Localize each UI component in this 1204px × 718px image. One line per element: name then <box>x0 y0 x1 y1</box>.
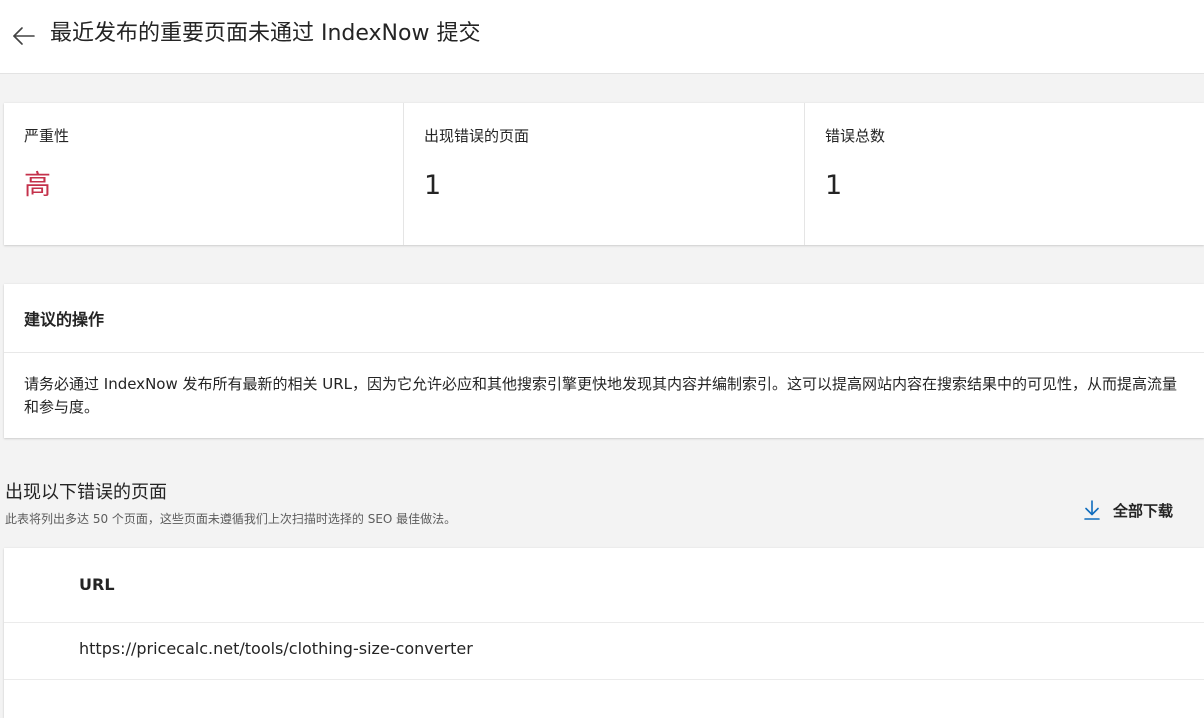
stat-error-pages-value: 1 <box>424 170 442 201</box>
stats-card: 严重性 高 出现错误的页面 1 错误总数 1 <box>4 103 1204 245</box>
page-header: 最近发布的重要页面未通过 IndexNow 提交 <box>0 0 1204 74</box>
stat-severity: 严重性 高 <box>4 103 403 245</box>
pages-section-subtitle: 此表将列出多达 50 个页面，这些页面未遵循我们上次扫描时选择的 SEO 最佳做… <box>5 512 457 526</box>
pages-table: URL https://pricecalc.net/tools/clothing… <box>4 548 1204 718</box>
table-header: URL <box>4 548 1204 623</box>
column-header-url[interactable]: URL <box>79 573 115 597</box>
stat-severity-value: 高 <box>24 170 51 201</box>
page-title: 最近发布的重要页面未通过 IndexNow 提交 <box>50 21 481 46</box>
recommended-action-card: 建议的操作 请务必通过 IndexNow 发布所有最新的相关 URL，因为它允许… <box>4 284 1204 438</box>
stat-total-errors-label: 错误总数 <box>825 127 886 145</box>
stat-total-errors: 错误总数 1 <box>804 103 1204 245</box>
recommended-action-title: 建议的操作 <box>24 310 105 329</box>
pages-section-title: 出现以下错误的页面 <box>5 482 167 503</box>
back-button[interactable] <box>10 22 38 50</box>
download-all-label: 全部下载 <box>1113 501 1174 520</box>
stat-error-pages-label: 出现错误的页面 <box>424 127 530 145</box>
stat-severity-label: 严重性 <box>24 127 70 145</box>
table-row[interactable]: https://pricecalc.net/tools/clothing-siz… <box>4 623 1204 680</box>
download-all-button[interactable]: 全部下载 <box>1082 496 1173 524</box>
table-cell-url[interactable]: https://pricecalc.net/tools/clothing-siz… <box>79 637 473 661</box>
divider <box>4 352 1204 353</box>
download-icon <box>1084 500 1100 520</box>
stat-error-pages: 出现错误的页面 1 <box>403 103 805 245</box>
stat-total-errors-value: 1 <box>825 170 843 201</box>
recommended-action-body: 请务必通过 IndexNow 发布所有最新的相关 URL，因为它允许必应和其他搜… <box>24 375 1178 416</box>
arrow-left-icon <box>13 27 35 45</box>
